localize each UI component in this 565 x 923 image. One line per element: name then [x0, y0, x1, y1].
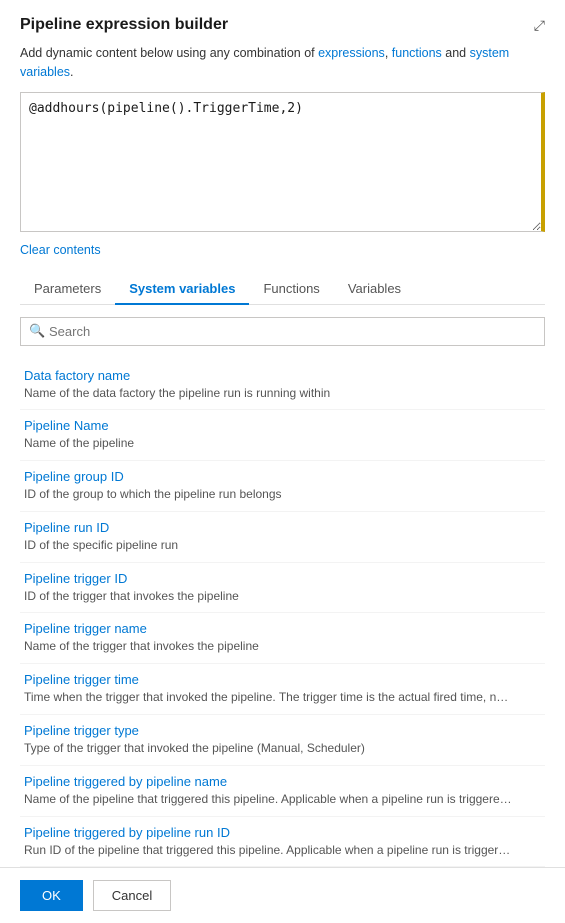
expression-input[interactable]: [20, 92, 545, 232]
variable-name: Pipeline triggered by pipeline name: [24, 774, 541, 789]
variable-desc: Name of the trigger that invokes the pip…: [24, 638, 514, 655]
description-text-after: .: [70, 65, 73, 79]
expand-icon[interactable]: ⤢: [534, 17, 545, 34]
list-item[interactable]: Pipeline group ID ID of the group to whic…: [20, 461, 545, 512]
variable-name: Pipeline Name: [24, 418, 541, 433]
list-item[interactable]: Pipeline run ID ID of the specific pipeli…: [20, 512, 545, 563]
variable-name: Data factory name: [24, 368, 541, 383]
panel-container: Pipeline expression builder ⤢ Add dynami…: [0, 0, 565, 906]
tabs-container: Parameters System variables Functions Va…: [20, 273, 545, 305]
variable-name: Pipeline run ID: [24, 520, 541, 535]
panel-header: Pipeline expression builder ⤢: [20, 16, 545, 34]
search-input[interactable]: [20, 317, 545, 346]
variables-scroll-area: Data factory name Name of the data factor…: [20, 360, 545, 890]
list-item[interactable]: Pipeline triggered by pipeline name Name …: [20, 766, 545, 817]
variable-name: Pipeline trigger ID: [24, 571, 541, 586]
variable-name: Pipeline trigger time: [24, 672, 541, 687]
description: Add dynamic content below using any comb…: [20, 44, 545, 82]
variable-desc: Time when the trigger that invoked the p…: [24, 689, 514, 706]
list-item[interactable]: Pipeline trigger time Time when the trigg…: [20, 664, 545, 715]
variable-name: Pipeline trigger name: [24, 621, 541, 636]
variable-desc: Name of the data factory the pipeline ru…: [24, 385, 514, 402]
variable-desc: ID of the group to which the pipeline ru…: [24, 486, 514, 503]
clear-contents-link[interactable]: Clear contents: [20, 243, 101, 257]
variable-name: Pipeline triggered by pipeline run ID: [24, 825, 541, 840]
ok-button[interactable]: OK: [20, 880, 83, 911]
expressions-link[interactable]: expressions: [318, 46, 385, 60]
variable-desc: Type of the trigger that invoked the pip…: [24, 740, 514, 757]
search-container: 🔍: [20, 317, 545, 346]
variable-desc: Name of the pipeline that triggered this…: [24, 791, 514, 808]
variables-list: Data factory name Name of the data factor…: [20, 360, 545, 868]
description-text-between1: ,: [385, 46, 392, 60]
list-item[interactable]: Pipeline Name Name of the pipeline: [20, 410, 545, 461]
functions-link[interactable]: functions: [392, 46, 442, 60]
footer: OK Cancel: [0, 867, 565, 923]
list-item[interactable]: Pipeline trigger ID ID of the trigger tha…: [20, 563, 545, 614]
variable-name: Pipeline group ID: [24, 469, 541, 484]
description-text-before: Add dynamic content below using any comb…: [20, 46, 318, 60]
variable-desc: ID of the specific pipeline run: [24, 537, 514, 554]
list-item[interactable]: Pipeline trigger name Name of the trigger…: [20, 613, 545, 664]
tab-system-variables[interactable]: System variables: [115, 273, 249, 304]
variable-desc: Run ID of the pipeline that triggered th…: [24, 842, 514, 859]
variable-desc: Name of the pipeline: [24, 435, 514, 452]
cancel-button[interactable]: Cancel: [93, 880, 171, 911]
tab-parameters[interactable]: Parameters: [20, 273, 115, 304]
description-text-between2: and: [442, 46, 470, 60]
variable-name: Pipeline trigger type: [24, 723, 541, 738]
list-item[interactable]: Pipeline triggered by pipeline run ID Run…: [20, 817, 545, 868]
tab-functions[interactable]: Functions: [249, 273, 333, 304]
search-icon: 🔍: [29, 323, 45, 339]
tab-variables[interactable]: Variables: [334, 273, 415, 304]
list-item[interactable]: Pipeline trigger type Type of the trigger…: [20, 715, 545, 766]
variable-desc: ID of the trigger that invokes the pipel…: [24, 588, 514, 605]
panel-title: Pipeline expression builder: [20, 16, 228, 34]
list-item[interactable]: Data factory name Name of the data factor…: [20, 360, 545, 411]
